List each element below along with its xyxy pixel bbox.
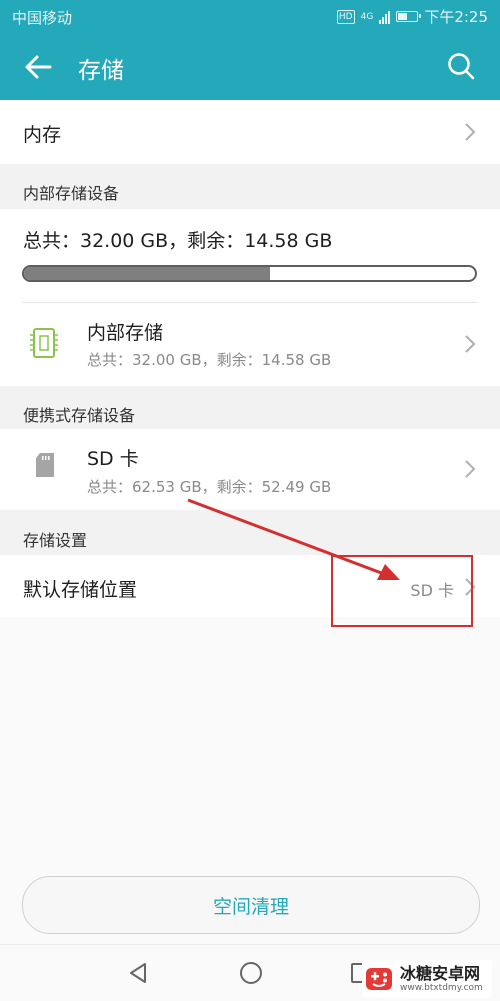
page-title: 存储 <box>78 58 124 84</box>
item-subtitle: 总共：62.53 GB，剩余：52.49 GB <box>87 478 332 496</box>
nav-home-icon[interactable] <box>239 961 263 985</box>
section-title: 内部存储设备 <box>23 184 120 203</box>
storage-settings-header: 存储设置 <box>0 510 500 555</box>
carrier-label: 中国移动 <box>12 9 73 27</box>
internal-storage-header: 内部存储设备 <box>0 164 500 209</box>
watermark: 冰糖安卓网 www.btxtdmy.com <box>362 960 492 998</box>
memory-label: 内存 <box>23 124 62 146</box>
chip-icon <box>30 328 58 358</box>
memory-row[interactable]: 内存 <box>0 100 500 164</box>
chevron-right-icon <box>465 335 476 353</box>
watermark-logo <box>366 968 392 990</box>
hd-badge: HD <box>336 9 355 24</box>
watermark-url: www.btxtdmy.com <box>400 982 483 993</box>
status-time: 下午2:25 <box>424 8 488 26</box>
watermark-title: 冰糖安卓网 <box>400 963 481 983</box>
portable-storage-header: 便携式存储设备 <box>0 386 500 429</box>
chevron-right-icon <box>465 123 476 141</box>
sd-card-item[interactable]: SD 卡 总共：62.53 GB，剩余：52.49 GB <box>0 429 500 510</box>
status-icons: HD 4G 下午2:25 <box>336 6 488 27</box>
sd-card-icon <box>36 453 54 477</box>
nav-back-icon[interactable] <box>128 962 148 984</box>
search-icon[interactable] <box>446 51 476 81</box>
network-type: 4G <box>360 11 374 22</box>
back-arrow-icon[interactable] <box>22 51 54 83</box>
internal-storage-item[interactable]: 内部存储 总共：32.00 GB，剩余：14.58 GB <box>0 304 500 386</box>
storage-summary: 总共：32.00 GB，剩余：14.58 GB <box>23 230 333 252</box>
default-storage-label: 默认存储位置 <box>23 579 138 601</box>
item-title: SD 卡 <box>87 448 139 470</box>
storage-usage-bar <box>22 265 477 282</box>
item-title: 内部存储 <box>87 322 164 344</box>
battery-icon <box>396 11 422 22</box>
app-bar: 存储 <box>0 34 500 100</box>
status-bar: 中国移动 HD 4G 下午2:25 <box>0 0 500 34</box>
item-subtitle: 总共：32.00 GB，剩余：14.58 GB <box>87 351 332 369</box>
section-title: 存储设置 <box>23 531 88 550</box>
space-clean-button[interactable]: 空间清理 <box>22 876 480 934</box>
storage-usage-fill <box>24 267 270 280</box>
divider <box>22 302 478 303</box>
chevron-right-icon <box>465 460 476 478</box>
section-title: 便携式存储设备 <box>23 406 136 425</box>
signal-icon <box>379 10 391 24</box>
annotation-highlight-box <box>331 555 473 627</box>
